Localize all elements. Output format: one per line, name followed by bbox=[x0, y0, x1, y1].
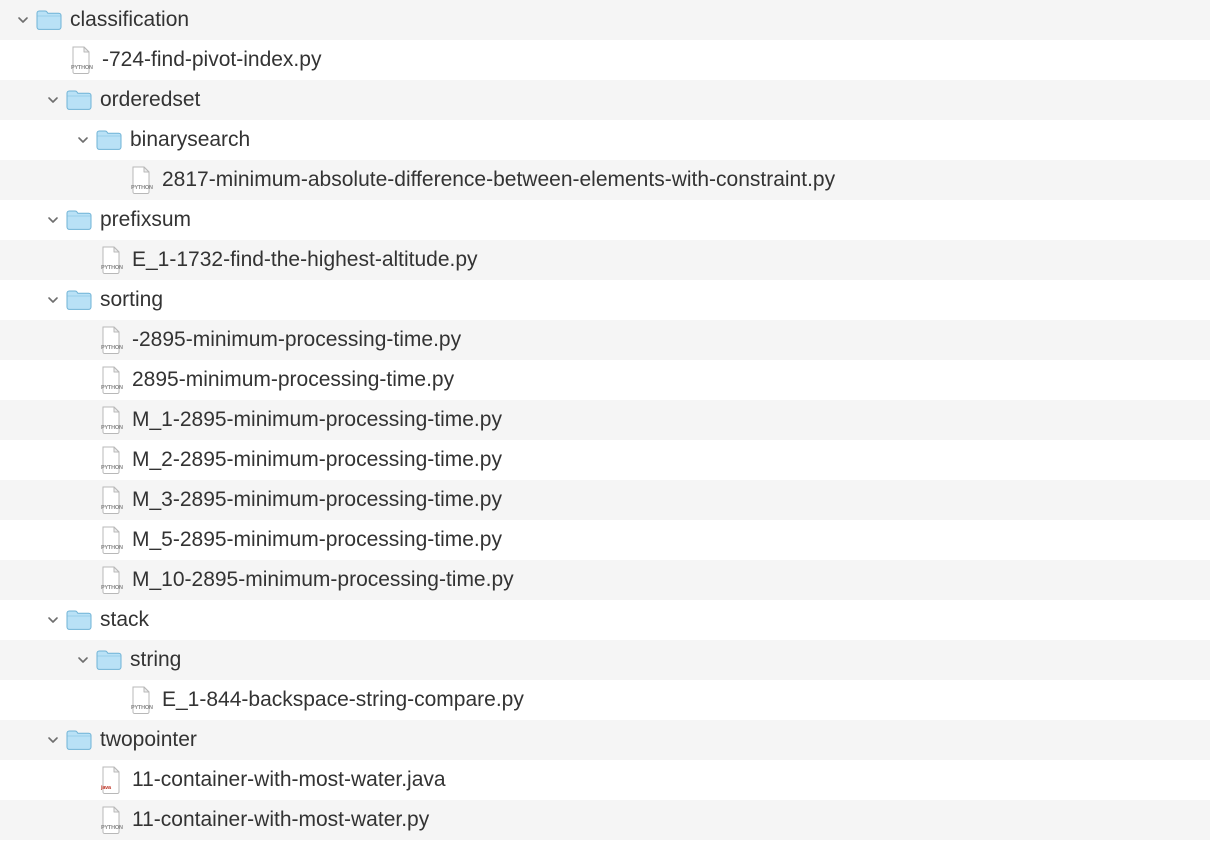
tree-folder-row[interactable]: orderedset bbox=[0, 80, 1210, 120]
indent-spacer bbox=[0, 540, 98, 541]
file-label-m-3-2895-minimum-processing-time-py[interactable]: M_3-2895-minimum-processing-time.py bbox=[132, 488, 502, 512]
folder-icon bbox=[96, 127, 122, 153]
chevron-down-icon[interactable] bbox=[44, 611, 62, 629]
chevron-down-icon[interactable] bbox=[44, 731, 62, 749]
folder-label-prefixsum[interactable]: prefixsum bbox=[100, 208, 191, 232]
folder-icon bbox=[66, 727, 92, 753]
chevron-down-icon[interactable] bbox=[14, 11, 32, 29]
folder-icon bbox=[66, 207, 92, 233]
indent-spacer bbox=[0, 820, 98, 821]
folder-icon bbox=[66, 607, 92, 633]
tree-file-row[interactable]: java 11-container-with-most-water.java bbox=[0, 760, 1210, 800]
folder-label-stack[interactable]: stack bbox=[100, 608, 149, 632]
python-file-icon: PYTHON bbox=[98, 566, 124, 594]
tree-file-row[interactable]: PYTHON M_3-2895-minimum-processing-time.p… bbox=[0, 480, 1210, 520]
indent-spacer bbox=[0, 60, 68, 61]
tree-file-row[interactable]: PYTHON 11-container-with-most-water.py bbox=[0, 800, 1210, 840]
tree-file-row[interactable]: PYTHON -724-find-pivot-index.py bbox=[0, 40, 1210, 80]
indent-spacer bbox=[0, 300, 44, 301]
python-file-icon: PYTHON bbox=[128, 686, 154, 714]
indent-spacer bbox=[0, 420, 98, 421]
folder-icon bbox=[66, 87, 92, 113]
python-file-icon: PYTHON bbox=[98, 366, 124, 394]
folder-icon bbox=[66, 287, 92, 313]
indent-spacer bbox=[0, 780, 98, 781]
tree-file-row[interactable]: PYTHON 2817-minimum-absolute-difference-b… bbox=[0, 160, 1210, 200]
tree-file-row[interactable]: PYTHON M_1-2895-minimum-processing-time.p… bbox=[0, 400, 1210, 440]
python-file-icon: PYTHON bbox=[128, 166, 154, 194]
tree-folder-row[interactable]: prefixsum bbox=[0, 200, 1210, 240]
file-label-m-2-2895-minimum-processing-time-py[interactable]: M_2-2895-minimum-processing-time.py bbox=[132, 448, 502, 472]
tree-file-row[interactable]: PYTHON M_5-2895-minimum-processing-time.p… bbox=[0, 520, 1210, 560]
file-label-e-1-1732-find-the-highest-altitude-py[interactable]: E_1-1732-find-the-highest-altitude.py bbox=[132, 248, 478, 272]
file-label-e-1-844-backspace-string-compare-py[interactable]: E_1-844-backspace-string-compare.py bbox=[162, 688, 524, 712]
python-file-icon: PYTHON bbox=[98, 806, 124, 834]
indent-spacer bbox=[0, 20, 14, 21]
file-label-2895-minimum-processing-time-py[interactable]: -2895-minimum-processing-time.py bbox=[132, 328, 461, 352]
file-label-m-1-2895-minimum-processing-time-py[interactable]: M_1-2895-minimum-processing-time.py bbox=[132, 408, 502, 432]
file-label-11-container-with-most-water-java[interactable]: 11-container-with-most-water.java bbox=[132, 768, 446, 792]
folder-label-string[interactable]: string bbox=[130, 648, 181, 672]
python-file-icon: PYTHON bbox=[98, 406, 124, 434]
chevron-down-icon[interactable] bbox=[74, 131, 92, 149]
tree-file-row[interactable]: PYTHON M_2-2895-minimum-processing-time.p… bbox=[0, 440, 1210, 480]
indent-spacer bbox=[0, 460, 98, 461]
chevron-down-icon[interactable] bbox=[44, 211, 62, 229]
tree-folder-row[interactable]: twopointer bbox=[0, 720, 1210, 760]
folder-label-twopointer[interactable]: twopointer bbox=[100, 728, 197, 752]
chevron-down-icon[interactable] bbox=[44, 91, 62, 109]
tree-folder-row[interactable]: sorting bbox=[0, 280, 1210, 320]
indent-spacer bbox=[0, 380, 98, 381]
tree-file-row[interactable]: PYTHON E_1-844-backspace-string-compare.p… bbox=[0, 680, 1210, 720]
indent-spacer bbox=[0, 260, 98, 261]
python-file-icon: PYTHON bbox=[98, 526, 124, 554]
folder-label-classification[interactable]: classification bbox=[70, 8, 189, 32]
folder-icon bbox=[96, 647, 122, 673]
tree-file-row[interactable]: PYTHON -2895-minimum-processing-time.py bbox=[0, 320, 1210, 360]
file-label-2895-minimum-processing-time-py[interactable]: 2895-minimum-processing-time.py bbox=[132, 368, 454, 392]
tree-folder-row[interactable]: classification bbox=[0, 0, 1210, 40]
file-label-m-5-2895-minimum-processing-time-py[interactable]: M_5-2895-minimum-processing-time.py bbox=[132, 528, 502, 552]
indent-spacer bbox=[0, 580, 98, 581]
java-file-icon: java bbox=[98, 766, 124, 794]
indent-spacer bbox=[0, 700, 128, 701]
file-label-m-10-2895-minimum-processing-time-py[interactable]: M_10-2895-minimum-processing-time.py bbox=[132, 568, 514, 592]
folder-label-orderedset[interactable]: orderedset bbox=[100, 88, 200, 112]
folder-icon bbox=[36, 7, 62, 33]
chevron-down-icon[interactable] bbox=[44, 291, 62, 309]
tree-file-row[interactable]: PYTHON M_10-2895-minimum-processing-time.… bbox=[0, 560, 1210, 600]
file-label-724-find-pivot-index-py[interactable]: -724-find-pivot-index.py bbox=[102, 48, 321, 72]
indent-spacer bbox=[0, 500, 98, 501]
tree-file-row[interactable]: PYTHON E_1-1732-find-the-highest-altitude… bbox=[0, 240, 1210, 280]
indent-spacer bbox=[0, 140, 74, 141]
file-tree: classification PYTHON -724-find-pivot-inde… bbox=[0, 0, 1210, 840]
indent-spacer bbox=[0, 220, 44, 221]
file-label-2817-minimum-absolute-difference-between[interactable]: 2817-minimum-absolute-difference-between… bbox=[162, 168, 835, 192]
indent-spacer bbox=[0, 620, 44, 621]
python-file-icon: PYTHON bbox=[98, 486, 124, 514]
chevron-down-icon[interactable] bbox=[74, 651, 92, 669]
file-label-11-container-with-most-water-py[interactable]: 11-container-with-most-water.py bbox=[132, 808, 429, 832]
tree-folder-row[interactable]: string bbox=[0, 640, 1210, 680]
tree-folder-row[interactable]: binarysearch bbox=[0, 120, 1210, 160]
tree-file-row[interactable]: PYTHON 2895-minimum-processing-time.py bbox=[0, 360, 1210, 400]
tree-folder-row[interactable]: stack bbox=[0, 600, 1210, 640]
indent-spacer bbox=[0, 100, 44, 101]
indent-spacer bbox=[0, 740, 44, 741]
indent-spacer bbox=[0, 660, 74, 661]
indent-spacer bbox=[0, 340, 98, 341]
python-file-icon: PYTHON bbox=[98, 446, 124, 474]
folder-label-binarysearch[interactable]: binarysearch bbox=[130, 128, 250, 152]
folder-label-sorting[interactable]: sorting bbox=[100, 288, 163, 312]
python-file-icon: PYTHON bbox=[68, 46, 94, 74]
python-file-icon: PYTHON bbox=[98, 326, 124, 354]
indent-spacer bbox=[0, 180, 128, 181]
python-file-icon: PYTHON bbox=[98, 246, 124, 274]
